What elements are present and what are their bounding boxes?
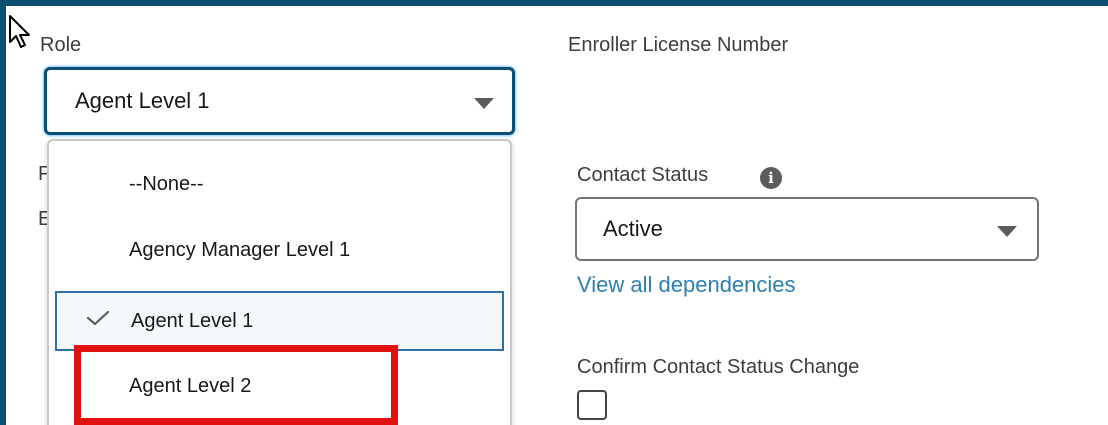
enroller-license-label: Enroller License Number <box>568 34 789 56</box>
option-label: --None-- <box>129 172 204 195</box>
role-combobox[interactable]: Agent Level 1 <box>44 67 515 135</box>
mouse-pointer-icon <box>9 15 30 48</box>
role-option-none[interactable]: --None-- <box>49 155 510 213</box>
role-option-agent-level-1[interactable]: Agent Level 1 <box>55 291 504 351</box>
confirm-status-change-checkbox[interactable] <box>577 390 607 420</box>
info-icon[interactable]: i <box>760 167 782 189</box>
highlight-annotation <box>74 345 398 425</box>
role-combobox-value: Agent Level 1 <box>75 88 210 113</box>
view-dependencies-link[interactable]: View all dependencies <box>577 272 796 298</box>
chevron-down-icon <box>474 98 494 109</box>
confirm-status-change-label: Confirm Contact Status Change <box>577 356 860 378</box>
contact-status-label: Contact Status <box>577 164 709 186</box>
role-option-agency-manager-level-1[interactable]: Agency Manager Level 1 <box>49 221 510 279</box>
option-label: Agency Manager Level 1 <box>129 238 351 261</box>
check-icon <box>87 311 109 325</box>
chevron-down-icon <box>997 226 1017 237</box>
contact-status-value: Active <box>603 216 663 241</box>
option-label: Agent Level 1 <box>131 309 254 332</box>
contact-status-combobox[interactable]: Active <box>575 197 1039 261</box>
role-label: Role <box>40 34 82 56</box>
